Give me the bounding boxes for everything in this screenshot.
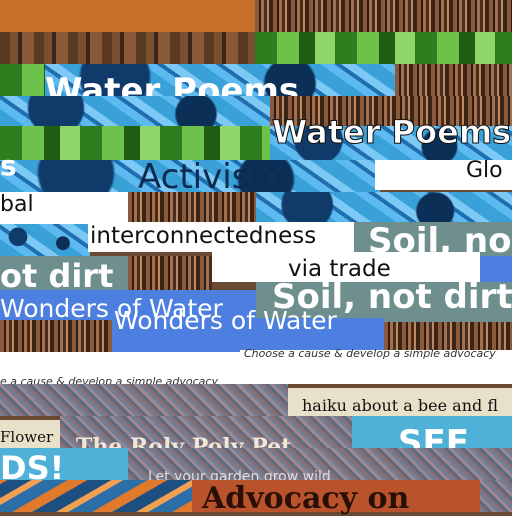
tile-bookshelf-f — [0, 320, 112, 352]
tile-bookshelf-top — [255, 0, 512, 32]
tile-blue-swirl-e — [256, 192, 512, 224]
wonders-right-text: Wonders of Water — [114, 306, 337, 335]
tile-orange-panel — [0, 0, 255, 32]
tile-noise-right — [416, 448, 512, 480]
tile-green-checks-mid — [0, 126, 270, 160]
ot-dirt-text: ot dirt — [0, 257, 114, 295]
tile-bookshelf-d — [128, 192, 256, 224]
tile-bookshelf-b — [395, 64, 512, 96]
tile-bookshelf-e — [128, 256, 212, 290]
haiku-text: haiku about a bee and fl — [302, 396, 499, 415]
tile-blue-swirl-f — [0, 224, 90, 256]
bal-fragment: bal — [0, 192, 34, 217]
flower-text: Flower — [0, 428, 54, 446]
tile-noise-corner — [480, 480, 512, 512]
tile-green-left — [0, 64, 45, 96]
tile-orange-swirl-bottom — [0, 480, 192, 512]
glo-fragment: Glo — [466, 158, 503, 183]
tile-blue-swirl-b — [0, 96, 280, 126]
choose-cause-right: Choose a cause & develop a simple advoca… — [244, 347, 496, 360]
interconnectedness-text: interconnectedness — [90, 223, 317, 249]
advocacy-on-text: Advocacy on — [202, 481, 410, 516]
tile-wood-left — [0, 32, 255, 64]
tile-noise-left — [0, 384, 288, 416]
water-poems-right-title: Water Poems — [271, 113, 512, 151]
tile-green-checks-top — [255, 32, 512, 64]
activism-title: Activism — [138, 157, 283, 197]
s-fragment: s — [0, 149, 17, 182]
